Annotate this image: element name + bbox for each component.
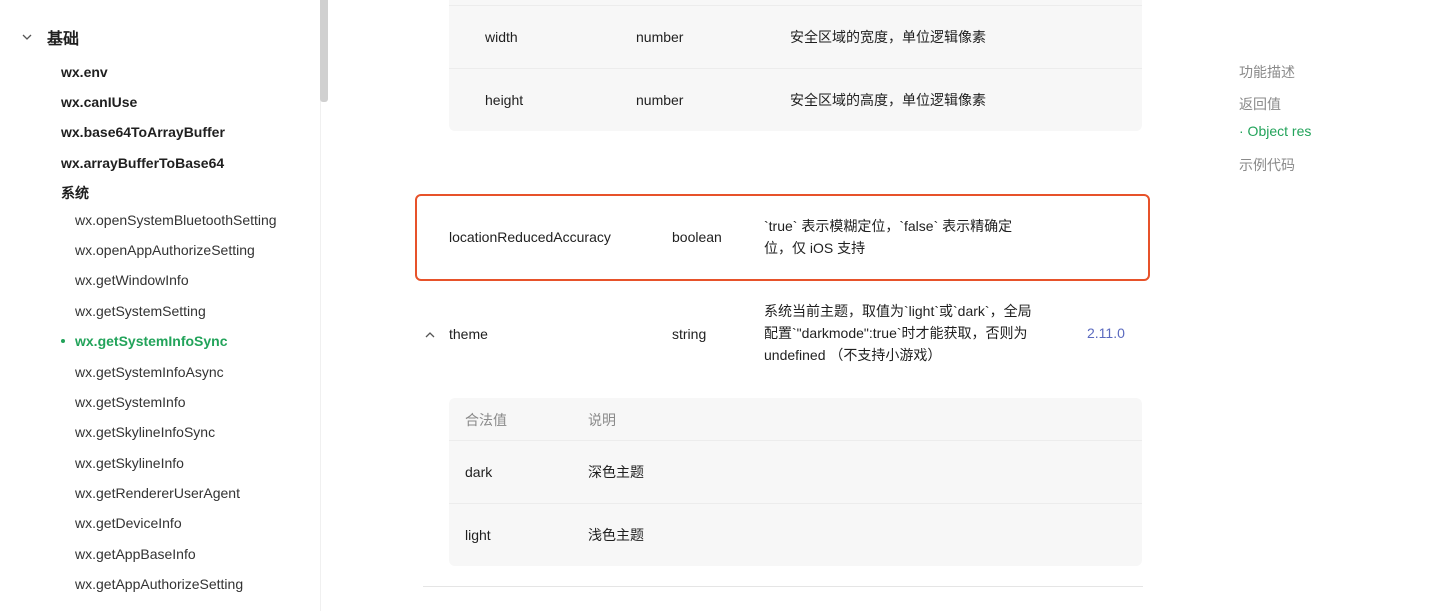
field-type-location-reduced-accuracy: boolean <box>672 229 722 245</box>
chevron-down-icon <box>20 30 34 44</box>
field-desc-location-reduced-accuracy: `true` 表示模糊定位，`false` 表示精确定 位，仅 iOS 支持 <box>764 215 1012 259</box>
field-name-location-reduced-accuracy: locationReducedAccuracy <box>449 229 611 245</box>
desc-line: 系统当前主题，取值为`light`或`dark`，全局 <box>764 303 1032 319</box>
theme-values-subtable <box>449 398 1142 566</box>
section-title: 基础 <box>47 31 80 48</box>
desc-line: `true` 表示模糊定位，`false` 表示精确定 <box>764 218 1013 234</box>
sidebar-item-arraybuffer-to-base64[interactable]: wx.arrayBufferToBase64 <box>61 154 224 172</box>
desc-line: 配置`"darkmode":true`时才能获取，否则为 <box>764 325 1028 341</box>
sidebar-item-get-device-info[interactable]: wx.getDeviceInfo <box>75 514 182 532</box>
sidebar: 基础 wx.env wx.canIUse wx.base64ToArrayBuf… <box>0 0 321 611</box>
sidebar-item-get-skyline-info-sync[interactable]: wx.getSkylineInfoSync <box>75 423 215 441</box>
toc-item-return-value[interactable]: 返回值 <box>1239 94 1281 114</box>
sidebar-item-wx-caniuse[interactable]: wx.canIUse <box>61 93 137 111</box>
row-divider <box>449 503 1142 504</box>
subtable-desc-light: 浅色主题 <box>588 527 644 543</box>
sidebar-item-label: wx.getSystemInfoSync <box>75 333 228 349</box>
field-name-theme: theme <box>449 326 488 342</box>
toc-item-example-code[interactable]: 示例代码 <box>1239 155 1295 175</box>
sidebar-item-get-system-info-async[interactable]: wx.getSystemInfoAsync <box>75 363 224 381</box>
sidebar-item-get-window-info[interactable]: wx.getWindowInfo <box>75 271 189 289</box>
field-type-theme: string <box>672 326 707 342</box>
version-link[interactable]: 2.11.0 <box>1087 325 1125 341</box>
field-type-width: number <box>636 29 684 45</box>
sidebar-item-get-skyline-info[interactable]: wx.getSkylineInfo <box>75 454 184 472</box>
section-toggle-basics[interactable]: 基础 <box>20 26 79 48</box>
subtable-header-value: 合法值 <box>465 412 507 428</box>
sidebar-item-get-app-base-info[interactable]: wx.getAppBaseInfo <box>75 545 196 563</box>
active-dot-icon <box>61 339 65 343</box>
subtable-header-desc: 说明 <box>588 412 616 428</box>
sidebar-item-get-app-authorize-setting[interactable]: wx.getAppAuthorizeSetting <box>75 575 243 593</box>
field-desc-width: 安全区域的宽度，单位逻辑像素 <box>790 29 986 45</box>
sidebar-group-system[interactable]: 系统 <box>61 184 89 202</box>
subtable-value-light: light <box>465 527 491 543</box>
row-divider <box>449 440 1142 441</box>
sidebar-item-get-renderer-user-agent[interactable]: wx.getRendererUserAgent <box>75 484 240 502</box>
sidebar-item-get-system-info[interactable]: wx.getSystemInfo <box>75 393 186 411</box>
safe-area-subtable <box>449 0 1142 131</box>
row-divider <box>449 5 1142 6</box>
desc-line: undefined （不支持小游戏） <box>764 347 942 363</box>
desc-line: 位，仅 iOS 支持 <box>764 240 866 256</box>
sidebar-scrollbar[interactable] <box>320 0 328 102</box>
row-divider <box>449 68 1142 69</box>
sidebar-item-wx-env[interactable]: wx.env <box>61 63 108 81</box>
field-name-width: width <box>485 29 518 45</box>
subtable-value-dark: dark <box>465 464 493 480</box>
field-desc-theme: 系统当前主题，取值为`light`或`dark`，全局 配置`"darkmode… <box>764 300 1032 366</box>
sidebar-item-open-app-authorize-setting[interactable]: wx.openAppAuthorizeSetting <box>75 241 255 259</box>
sidebar-item-open-system-bluetooth-setting[interactable]: wx.openSystemBluetoothSetting <box>75 211 277 229</box>
toc-item-function-desc[interactable]: 功能描述 <box>1239 62 1295 82</box>
field-desc-height: 安全区域的高度，单位逻辑像素 <box>790 92 986 108</box>
subtable-desc-dark: 深色主题 <box>588 464 644 480</box>
toc-item-object-res[interactable]: · Object res <box>1239 123 1311 139</box>
field-type-height: number <box>636 92 684 108</box>
sidebar-item-base64-to-arraybuffer[interactable]: wx.base64ToArrayBuffer <box>61 123 225 141</box>
chevron-up-icon[interactable] <box>424 328 436 340</box>
sidebar-item-get-system-setting[interactable]: wx.getSystemSetting <box>75 302 206 320</box>
field-name-height: height <box>485 92 524 108</box>
sidebar-item-get-system-info-sync[interactable]: wx.getSystemInfoSync <box>61 332 228 350</box>
table-bottom-divider <box>423 586 1143 587</box>
